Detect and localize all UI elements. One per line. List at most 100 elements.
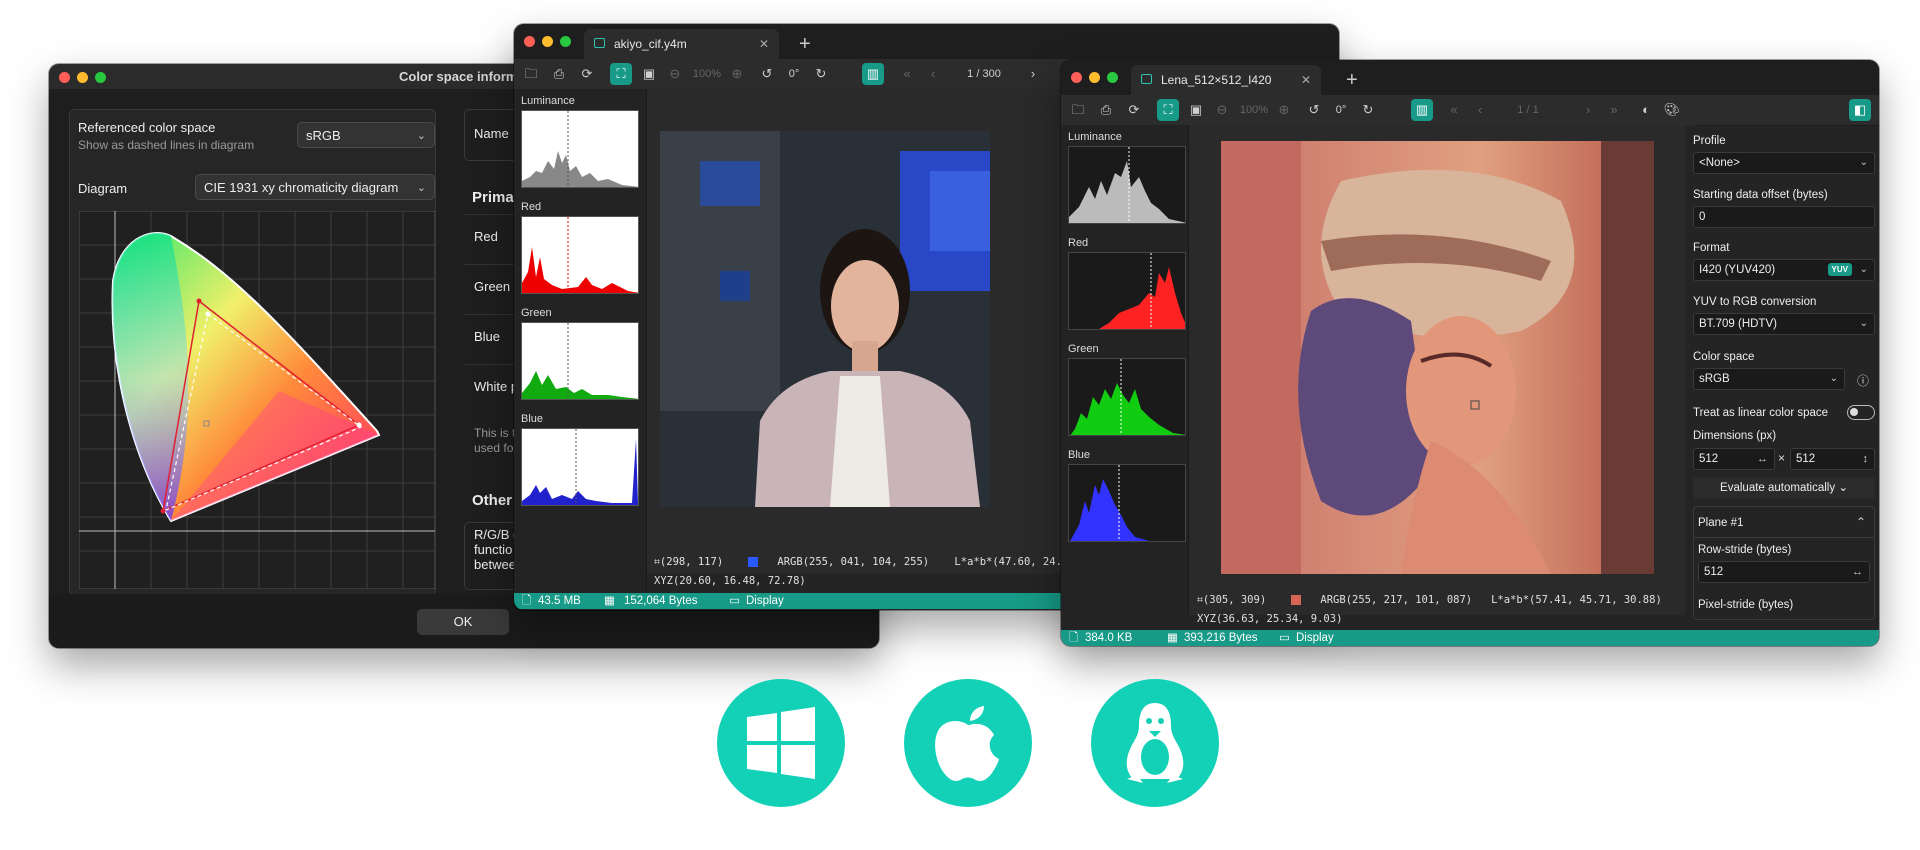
windows-icon [747, 707, 815, 779]
row-stride-input[interactable]: 512 ↔ [1698, 561, 1870, 583]
zoom-dot[interactable] [560, 36, 571, 47]
save-icon[interactable]: ⎙ [1097, 99, 1115, 121]
hist-label-blue: Blue [1068, 449, 1091, 461]
referenced-sub: Show as dashed lines in diagram [78, 138, 255, 152]
evaluate-label: Evaluate automatically [1720, 482, 1836, 494]
close-icon[interactable]: ✕ [759, 29, 769, 59]
row-stride-label: Row-stride (bytes) [1698, 544, 1792, 556]
profile-select[interactable]: <None> ⌄ [1693, 152, 1875, 174]
hist-label-red: Red [1068, 237, 1089, 249]
colorspace-value: sRGB [1699, 373, 1730, 385]
chevron-up-icon[interactable]: ⌃ [1856, 515, 1866, 529]
fit-icon[interactable]: ⛶ [610, 63, 632, 85]
rotate-left-icon[interactable]: ↺ [1305, 99, 1323, 121]
diagram-select[interactable]: CIE 1931 xy chromaticity diagram ⌄ [195, 174, 435, 200]
rotation-value: 0° [788, 68, 800, 80]
tab-akiyo[interactable]: akiyo_cif.y4m ✕ [584, 29, 779, 59]
linear-toggle[interactable] [1847, 405, 1875, 420]
zoom-dot[interactable] [1107, 72, 1118, 83]
tab-lena[interactable]: Lena_512×512_I420 ✕ [1131, 65, 1321, 95]
close-icon[interactable]: ✕ [1301, 65, 1311, 95]
frame-counter: 1 / 1 [1517, 104, 1539, 116]
tab-bar: akiyo_cif.y4m ✕ + [514, 24, 1339, 59]
zoom-level: 100% [692, 68, 722, 80]
plane-title: Plane #1 [1698, 517, 1744, 529]
close-dot[interactable] [1071, 72, 1082, 83]
minimize-dot[interactable] [1089, 72, 1100, 83]
profile-label: Profile [1693, 135, 1726, 147]
fit-icon[interactable]: ⛶ [1157, 99, 1179, 121]
format-select[interactable]: I420 (YUV420) YUV ⌄ [1693, 259, 1875, 281]
new-tab-icon[interactable]: + [1346, 65, 1358, 95]
open-icon[interactable]: 🗀 [1069, 99, 1087, 121]
format-label: Format [1693, 242, 1730, 254]
rotate-right-icon[interactable]: ↻ [812, 63, 830, 85]
histogram-icon[interactable]: ▥ [1411, 99, 1433, 121]
pixel-info-1: ⌗(298, 117) ARGB(255, 041, 104, 255) L*a… [654, 556, 1131, 569]
rotate-right-icon[interactable]: ↻ [1359, 99, 1377, 121]
image-canvas[interactable] [1189, 125, 1695, 615]
zoom-dot[interactable] [95, 72, 106, 83]
save-icon[interactable]: ⎙ [550, 63, 568, 85]
display-label[interactable]: Display [1296, 630, 1334, 646]
first-frame-icon[interactable]: « [898, 63, 916, 85]
close-dot[interactable] [524, 36, 535, 47]
display-label[interactable]: Display [746, 593, 784, 609]
file-icon: 🗋 [522, 595, 532, 607]
new-tab-icon[interactable]: + [799, 29, 811, 59]
first-frame-icon[interactable]: « [1445, 99, 1463, 121]
green-histogram [521, 322, 639, 400]
ok-button[interactable]: OK [417, 609, 509, 635]
chevron-down-icon: ⌄ [416, 130, 426, 142]
memory-size[interactable]: 384.0 KB [1085, 630, 1132, 646]
dimensions-label: Dimensions (px) [1693, 430, 1777, 442]
plane-panel: Plane #1 ⌃ Row-stride (bytes) 512 ↔ Pixel… [1693, 506, 1875, 620]
bytes-icon: ▦ [1167, 632, 1178, 644]
width-input[interactable]: 512 ↔ [1693, 448, 1775, 470]
primaries-heading: Prima [472, 189, 514, 206]
width-icon: ↔ [1757, 453, 1768, 465]
zoom-out-icon[interactable]: ⊖ [1213, 99, 1231, 121]
next-frame-icon[interactable]: › [1024, 63, 1042, 85]
sidebar-toggle-icon[interactable]: ◧ [1849, 99, 1871, 121]
referenced-select[interactable]: sRGB ⌄ [297, 122, 435, 148]
last-frame-icon[interactable]: » [1605, 99, 1623, 121]
reload-icon[interactable]: ⟳ [1125, 99, 1143, 121]
zoom-in-icon[interactable]: ⊕ [1275, 99, 1293, 121]
minimize-dot[interactable] [77, 72, 88, 83]
actual-size-icon[interactable]: ▣ [640, 63, 658, 85]
close-dot[interactable] [59, 72, 70, 83]
reload-icon[interactable]: ⟳ [578, 63, 596, 85]
rotate-left-icon[interactable]: ↺ [758, 63, 776, 85]
linux-badge [1091, 679, 1219, 807]
zoom-in-icon[interactable]: ⊕ [728, 63, 746, 85]
status-bar: 🗋 384.0 KB ▦ 393,216 Bytes ▭ Display [1061, 630, 1879, 646]
green-histogram [1068, 358, 1186, 436]
diagram-label: Diagram [78, 181, 128, 196]
prev-frame-icon[interactable]: ‹ [1471, 99, 1489, 121]
actual-size-icon[interactable]: ▣ [1187, 99, 1205, 121]
lena-image [1221, 141, 1654, 574]
luminance-histogram [1068, 146, 1186, 224]
info-icon[interactable]: ⓘ [1857, 372, 1869, 389]
palette-icon[interactable]: 🎨︎ [1663, 99, 1681, 121]
open-icon[interactable]: 🗀 [522, 63, 540, 85]
colorspace-select[interactable]: sRGB ⌄ [1693, 368, 1845, 390]
evaluate-button[interactable]: Evaluate automatically ⌄ [1693, 477, 1875, 499]
conversion-label: YUV to RGB conversion [1693, 296, 1817, 308]
conversion-select[interactable]: BT.709 (HDTV) ⌄ [1693, 313, 1875, 335]
memory-size[interactable]: 43.5 MB [538, 593, 581, 609]
green-label: Green [474, 279, 511, 294]
next-frame-icon[interactable]: › [1579, 99, 1597, 121]
minimize-dot[interactable] [542, 36, 553, 47]
histogram-icon[interactable]: ▥ [862, 63, 884, 85]
offset-input[interactable]: 0 [1693, 206, 1875, 228]
height-input[interactable]: 512 ↕ [1790, 448, 1875, 470]
chevron-down-icon: ⌄ [416, 182, 426, 194]
prev-frame-icon[interactable]: ‹ [924, 63, 942, 85]
contrast-icon[interactable]: ◐ [1637, 99, 1655, 121]
histogram-panel: Luminance Red Green Blue [1061, 125, 1189, 615]
linear-label: Treat as linear color space [1693, 407, 1829, 419]
zoom-out-icon[interactable]: ⊖ [666, 63, 684, 85]
toolbar: 🗀 ⎙ ⟳ ⛶ ▣ ⊖ 100% ⊕ ↺ 0° ↻ ▥ « ‹ 1 / 1 › … [1061, 95, 1879, 126]
